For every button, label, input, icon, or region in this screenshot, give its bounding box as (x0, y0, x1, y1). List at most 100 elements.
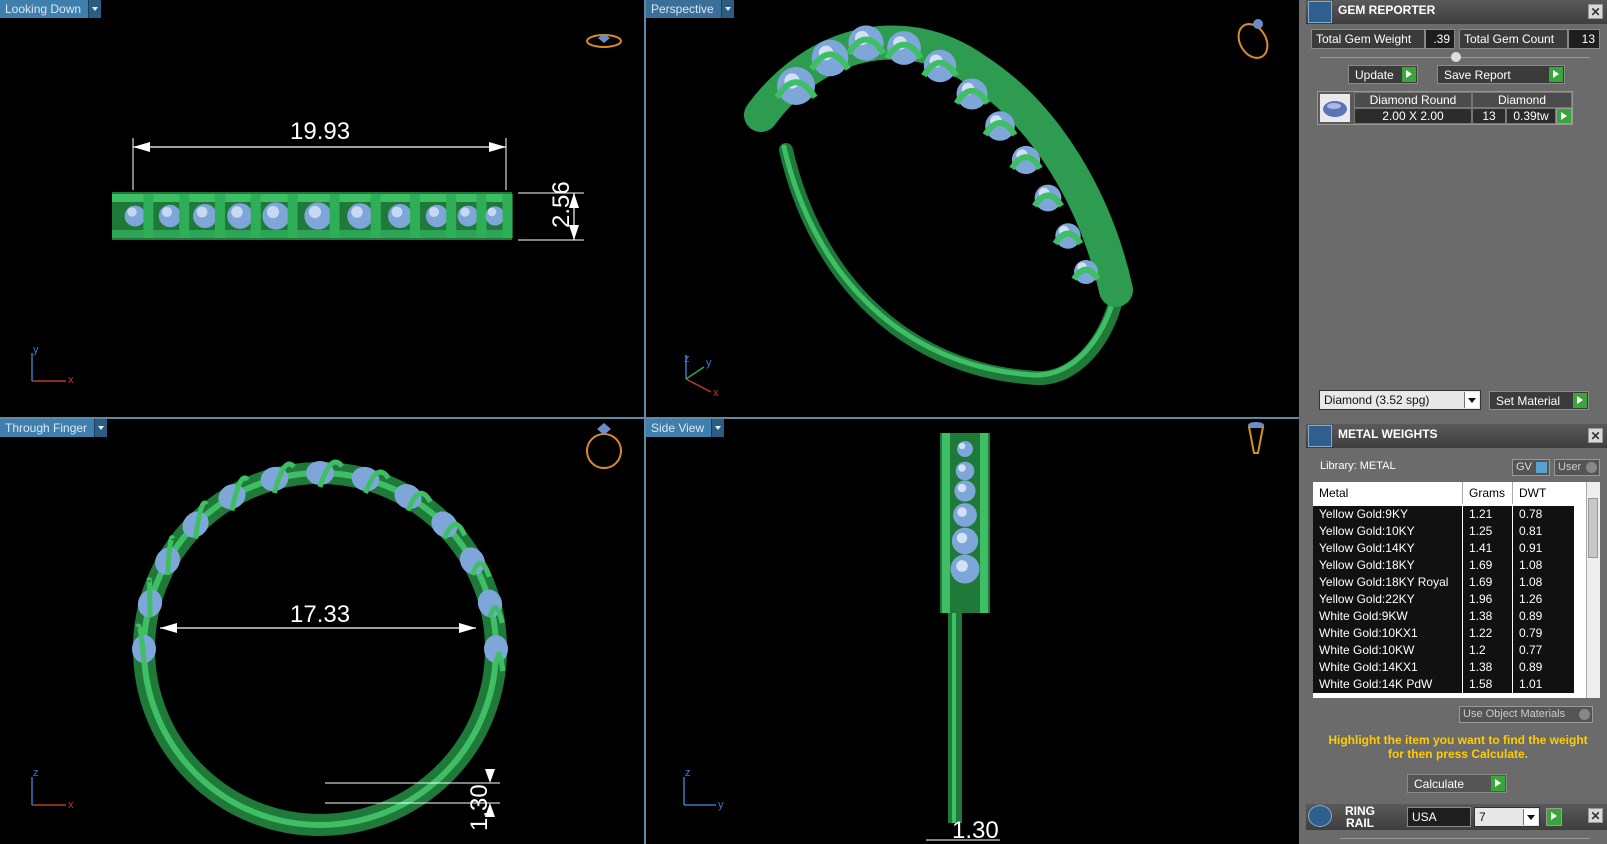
play-icon (1491, 776, 1505, 791)
gem-reporter-icon (1308, 1, 1332, 23)
use-object-materials-toggle[interactable]: Use Object Materials (1459, 706, 1593, 723)
prong (250, 194, 261, 238)
chevron-down-icon (1523, 809, 1538, 825)
gem-highlight (351, 206, 363, 218)
library-label: Library: METAL (1320, 460, 1396, 472)
material-select[interactable]: Diamond (3.52 spg) (1319, 390, 1481, 410)
table-row[interactable]: Yellow Gold:10KY 1.25 0.81 (1313, 523, 1574, 540)
gem-stone (957, 441, 973, 457)
use-object-materials-label: Use Object Materials (1463, 708, 1566, 720)
close-icon[interactable]: ✕ (1588, 808, 1603, 823)
toggle-icon (1579, 709, 1590, 720)
update-button[interactable]: Update (1348, 65, 1418, 84)
grams-column-header[interactable]: Grams (1469, 486, 1505, 500)
viewport-splitter-horizontal[interactable] (0, 417, 1299, 419)
gem-highlight (266, 205, 280, 219)
svg-text:y: y (706, 357, 712, 369)
metal-table-header: Metal Grams DWT (1313, 482, 1574, 504)
viewport-label: Looking Down (5, 2, 82, 16)
chevron-down-icon[interactable] (720, 0, 734, 18)
gem-list-row[interactable]: Diamond Round Diamond 2.00 X 2.00 13 0.3… (1317, 91, 1573, 125)
prong (410, 194, 420, 238)
total-gem-count-label: Total Gem Count (1459, 29, 1568, 49)
gem-highlight (127, 207, 137, 217)
viewport-view-selector[interactable]: Looking Down (0, 0, 102, 18)
svg-text:x: x (68, 374, 74, 386)
table-row[interactable]: Yellow Gold:22KY 1.96 1.26 (1313, 591, 1574, 608)
svg-text:y: y (33, 344, 39, 356)
viewport-side-view[interactable]: y z 1.30 Side View (646, 419, 1299, 844)
gem-reporter-title: GEM REPORTER (1338, 3, 1436, 17)
calculate-hint: Highlight the item you want to find the … (1328, 733, 1588, 761)
scrollbar-thumb[interactable] (1588, 498, 1598, 558)
table-row[interactable]: Yellow Gold:18KY 1.69 1.08 (1313, 557, 1574, 574)
viewport-view-selector[interactable]: Through Finger (0, 419, 108, 437)
chevron-down-icon[interactable] (711, 419, 725, 437)
table-row[interactable]: White Gold:10KW 1.2 0.77 (1313, 642, 1574, 659)
svg-text:x: x (68, 799, 74, 811)
table-row[interactable]: White Gold:10KX1 1.22 0.79 (1313, 625, 1574, 642)
diamond-thumbnail-icon (1320, 94, 1350, 122)
chevron-down-icon (1464, 392, 1479, 408)
height-dimension: 2.56 (548, 181, 575, 228)
toggle-icon (1536, 462, 1547, 473)
viewport-label: Perspective (651, 2, 714, 16)
gem-stone (955, 461, 975, 481)
material-select-value: Diamond (3.52 spg) (1324, 393, 1430, 407)
chevron-down-icon[interactable] (88, 0, 102, 18)
gem-highlight (460, 207, 470, 217)
save-report-button[interactable]: Save Report (1437, 65, 1565, 84)
chevron-down-icon[interactable] (94, 419, 108, 437)
table-row[interactable]: Yellow Gold:18KY Royal 1.69 1.08 (1313, 574, 1574, 591)
set-material-label: Set Material (1496, 394, 1561, 408)
gem-material-cell: Diamond (1472, 92, 1572, 108)
table-row[interactable]: White Gold:14KX1 1.38 0.89 (1313, 659, 1574, 676)
play-icon[interactable] (1546, 808, 1562, 826)
close-icon[interactable]: ✕ (1588, 4, 1603, 19)
toggle-icon (1586, 462, 1597, 473)
prong (143, 194, 154, 238)
table-row[interactable]: White Gold:14K PdW 1.58 1.01 (1313, 676, 1574, 693)
play-icon[interactable] (1556, 108, 1572, 124)
gem-highlight (231, 206, 243, 218)
table-row[interactable]: Yellow Gold:9KY 1.21 0.78 (1313, 506, 1574, 523)
table-row[interactable]: White Gold:9KW 1.38 0.89 (1313, 608, 1574, 625)
prong (329, 194, 340, 238)
prong-arc (146, 577, 153, 618)
ring-rail-title: RING RAIL (1345, 804, 1375, 830)
svg-text:z: z (33, 767, 39, 779)
gem-count-cell: 13 (1472, 108, 1506, 124)
viewport-splitter-vertical[interactable] (644, 0, 646, 844)
inner-diameter-dimension: 17.33 (290, 601, 351, 628)
gem-shape-cell: Diamond Round (1354, 92, 1472, 108)
viewport-view-selector[interactable]: Side View (646, 419, 725, 437)
metal-weights-header: METAL WEIGHTS ✕ (1306, 424, 1607, 448)
viewport-perspective[interactable]: x z y Perspective (646, 0, 1299, 417)
viewport-through-finger[interactable]: x z 17.33 1.30 Through Finger (0, 419, 644, 844)
viewport-view-selector[interactable]: Perspective (646, 0, 734, 18)
metal-column-header[interactable]: Metal (1319, 486, 1348, 500)
ring-size-select[interactable]: 7 (1474, 807, 1540, 827)
ring-rail-icon (1308, 805, 1332, 827)
gem-highlight (428, 206, 440, 218)
gem-highlight (487, 207, 497, 217)
viewport-looking-down[interactable]: x y 19.93 2.56 Looking Down (0, 0, 644, 417)
metal-table-scrollbar[interactable] (1586, 482, 1600, 698)
gem-highlight (957, 483, 967, 493)
user-label: User (1558, 461, 1582, 473)
gem-highlight (956, 560, 968, 572)
slider-handle[interactable] (1451, 52, 1461, 62)
gv-toggle[interactable]: GV (1512, 459, 1550, 476)
viewport-label: Through Finger (5, 421, 88, 435)
set-material-button[interactable]: Set Material (1489, 391, 1589, 410)
scale-icon (1308, 425, 1332, 447)
prong (215, 194, 225, 238)
close-icon[interactable]: ✕ (1588, 428, 1603, 443)
user-toggle[interactable]: User (1554, 459, 1600, 476)
dwt-column-header[interactable]: DWT (1519, 486, 1546, 500)
svg-text:z: z (684, 353, 690, 365)
calculate-button[interactable]: Calculate (1407, 774, 1507, 793)
table-row[interactable]: Yellow Gold:14KY 1.41 0.91 (1313, 540, 1574, 557)
ring-size-country-field[interactable]: USA (1407, 807, 1471, 827)
calculate-label: Calculate (1414, 777, 1465, 791)
